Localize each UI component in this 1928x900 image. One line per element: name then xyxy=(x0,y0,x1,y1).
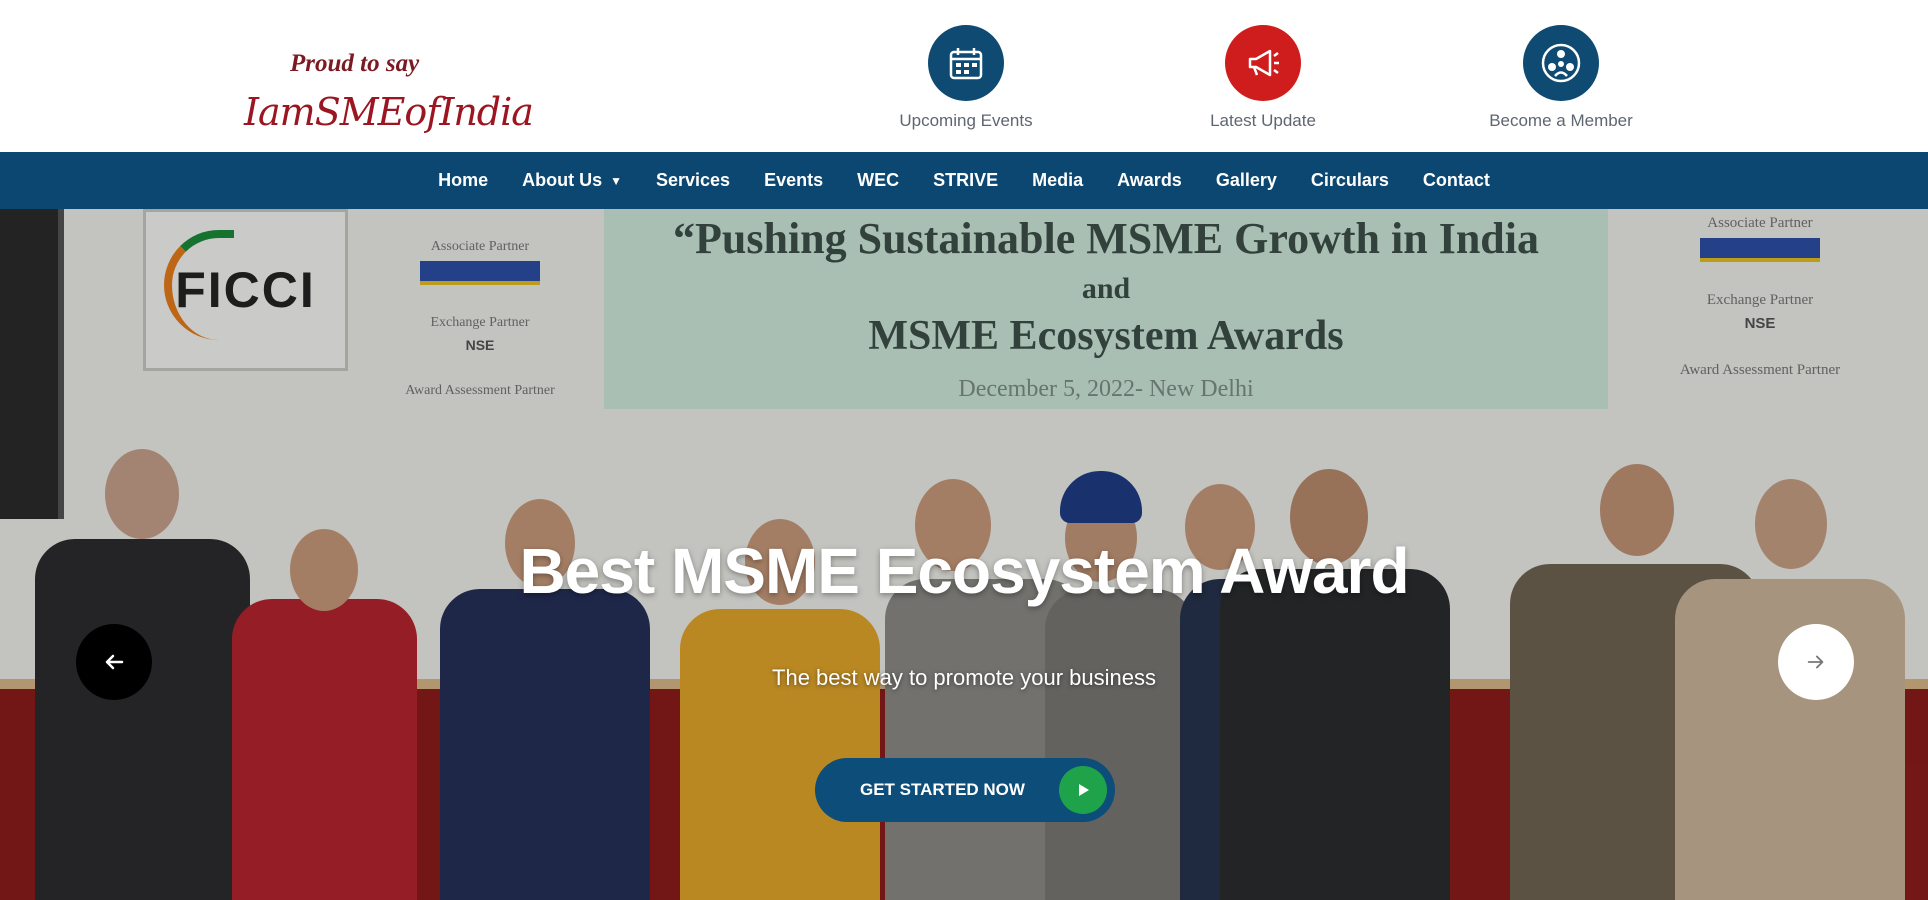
latest-update-link[interactable]: Latest Update xyxy=(1163,25,1363,135)
hero-title: Best MSME Ecosystem Award xyxy=(519,535,1409,607)
get-started-button[interactable]: GET STARTED NOW xyxy=(815,758,1115,822)
arrow-right-icon xyxy=(1807,655,1824,669)
slider-prev-button[interactable] xyxy=(76,624,152,700)
site-logo[interactable]: Proud to say IamSMEofIndia xyxy=(238,50,534,145)
get-started-label: GET STARTED NOW xyxy=(860,780,1025,799)
logo-brand: IamSMEofIndia xyxy=(244,90,534,134)
nav-item-wec[interactable]: WEC xyxy=(840,170,916,191)
nav-item-awards[interactable]: Awards xyxy=(1100,170,1199,191)
hero-slider: FICCI “Pushing Sustainable MSME Growth i… xyxy=(0,209,1928,900)
nav-menu: Home About Us ▼ Services Events WEC STRI… xyxy=(421,170,1507,191)
site-header: Proud to say IamSMEofIndia Upcoming Even… xyxy=(0,0,1928,152)
play-icon xyxy=(1059,766,1107,814)
nav-item-contact[interactable]: Contact xyxy=(1406,170,1507,191)
members-icon xyxy=(1523,25,1599,101)
latest-update-label: Latest Update xyxy=(1210,111,1316,130)
hero-subtitle: The best way to promote your business xyxy=(772,665,1156,690)
arrow-left-icon xyxy=(105,654,124,670)
become-member-label: Become a Member xyxy=(1489,111,1633,130)
nav-item-about-us[interactable]: About Us ▼ xyxy=(505,170,639,191)
megaphone-icon xyxy=(1225,25,1301,101)
nav-item-circulars[interactable]: Circulars xyxy=(1294,170,1406,191)
nav-item-gallery[interactable]: Gallery xyxy=(1199,170,1294,191)
upcoming-events-label: Upcoming Events xyxy=(899,111,1033,130)
nav-item-home[interactable]: Home xyxy=(421,170,505,191)
nav-item-events[interactable]: Events xyxy=(747,170,840,191)
chevron-down-icon: ▼ xyxy=(610,173,622,188)
slider-next-button[interactable] xyxy=(1778,624,1854,700)
nav-item-services[interactable]: Services xyxy=(639,170,747,191)
nav-item-about-us-label: About Us xyxy=(522,170,603,190)
logo-tagline: Proud to say xyxy=(290,50,420,77)
become-member-link[interactable]: Become a Member xyxy=(1461,25,1661,135)
main-nav: Home About Us ▼ Services Events WEC STRI… xyxy=(0,152,1928,209)
nav-item-strive[interactable]: STRIVE xyxy=(916,170,1015,191)
nav-item-media[interactable]: Media xyxy=(1015,170,1100,191)
upcoming-events-link[interactable]: Upcoming Events xyxy=(866,25,1066,135)
calendar-icon xyxy=(928,25,1004,101)
